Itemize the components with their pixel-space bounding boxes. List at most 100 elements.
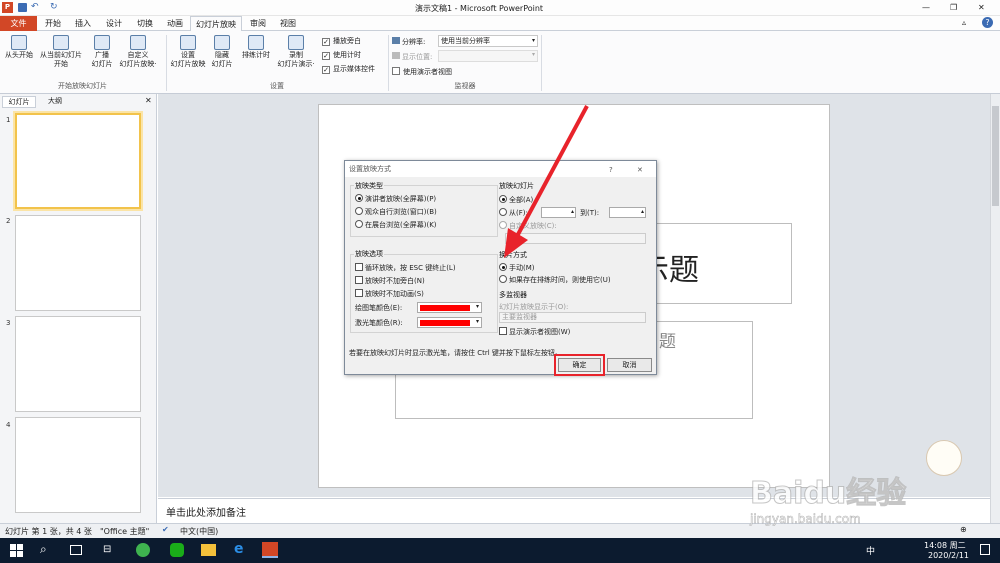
ribbon: 从头开始 从当前幻灯片 开始 广播 幻灯片 自定义 幻灯片放映· 开始放映幻灯片…: [0, 31, 1000, 94]
close-button[interactable]: ✕: [978, 3, 985, 12]
subtitle-text: 题: [659, 332, 676, 352]
color-swatch: [420, 320, 470, 326]
tab-transitions[interactable]: 切换: [130, 16, 160, 31]
resolution-select[interactable]: 使用当前分辨率 ▾: [438, 35, 538, 47]
broadcast-button[interactable]: 广播 幻灯片: [88, 35, 116, 69]
tab-animations[interactable]: 动画: [160, 16, 190, 31]
ribbon-tabs: 文件 开始 插入 设计 切换 动画 幻灯片放映 审阅 视图 ▵ ?: [0, 16, 1000, 31]
presenter-view-dialog-checkbox[interactable]: 显示演示者视图(W): [499, 327, 570, 337]
custom-show-button[interactable]: 自定义 幻灯片放映·: [116, 35, 160, 69]
to-spinner[interactable]: ▴: [609, 207, 646, 218]
tab-design[interactable]: 设计: [98, 16, 130, 31]
chevron-down-icon: ▾: [475, 303, 479, 310]
show-on-label: 显示位置:: [392, 52, 432, 62]
ok-highlight-box: [554, 354, 605, 376]
group-label-start: 开始放映幻灯片: [58, 82, 107, 90]
radio-icon: [355, 220, 363, 228]
group-label-setup: 设置: [270, 82, 284, 90]
tab-slideshow[interactable]: 幻灯片放映: [190, 16, 242, 31]
monitors-label: 多监视器: [499, 291, 527, 299]
ime-indicator[interactable]: 中: [866, 544, 875, 557]
slide-thumbnail[interactable]: [15, 215, 141, 311]
spinner-icon: ▴: [640, 208, 644, 215]
chevron-down-icon: ▾: [475, 318, 479, 325]
use-timings-checkbox[interactable]: ✓ 使用计时: [322, 50, 361, 60]
minimize-button[interactable]: —: [922, 3, 930, 12]
monitor-icon: [392, 52, 400, 59]
record-button[interactable]: 录制 幻灯片演示·: [274, 35, 318, 69]
slide-thumbnail[interactable]: [15, 316, 141, 412]
baidu-watermark: Baidu经验 jingyan.baidu.com: [750, 440, 962, 526]
rehearse-button[interactable]: 排练计时: [238, 35, 274, 60]
undo-icon[interactable]: ↶: [31, 2, 39, 12]
tab-outline-pane[interactable]: 大纲: [38, 96, 72, 108]
ribbon-separator: [541, 35, 542, 91]
spellcheck-icon[interactable]: ✔: [162, 525, 169, 534]
play-narrations-checkbox[interactable]: ✓ 播放旁白: [322, 36, 361, 46]
presenter-view-checkbox[interactable]: 使用演示者视图: [392, 67, 452, 77]
wechat-icon[interactable]: [170, 543, 184, 557]
ribbon-separator: [166, 35, 167, 91]
chevron-down-icon: ▾: [531, 37, 535, 44]
vertical-scrollbar[interactable]: [990, 94, 1000, 523]
laser-color-picker[interactable]: ▾: [417, 317, 482, 328]
browser-360-icon[interactable]: [136, 543, 150, 557]
chevron-down-icon: ▾: [531, 51, 535, 58]
close-pane-icon[interactable]: ✕: [145, 96, 152, 105]
hide-slide-button[interactable]: 隐藏 幻灯片: [208, 35, 236, 69]
scrollbar-thumb[interactable]: [992, 106, 999, 206]
file-explorer-icon[interactable]: [201, 544, 216, 556]
resolution-icon: [392, 37, 400, 44]
maximize-button[interactable]: ❐: [950, 3, 957, 12]
powerpoint-taskbar-icon[interactable]: [262, 542, 278, 558]
pen-color-picker[interactable]: ▾: [417, 302, 482, 313]
restore-ribbon-icon[interactable]: ▵: [962, 18, 966, 27]
dialog-help-button[interactable]: ?: [609, 162, 613, 178]
tab-insert[interactable]: 插入: [68, 16, 98, 31]
red-arrow-annotation: [504, 105, 589, 258]
notepad-icon[interactable]: ⊟: [103, 544, 111, 555]
mascot-icon: [926, 440, 962, 476]
tab-slides-pane[interactable]: 幻灯片: [2, 96, 36, 108]
show-media-checkbox[interactable]: ✓ 显示媒体控件: [322, 64, 375, 74]
dialog-close-button[interactable]: ✕: [637, 162, 643, 178]
checkbox-checked-icon: ✓: [322, 52, 330, 60]
search-icon[interactable]: ⌕: [40, 542, 47, 557]
help-icon[interactable]: ?: [982, 17, 993, 28]
tab-review[interactable]: 审阅: [243, 16, 273, 31]
laser-tip-text: 若要在放映幻灯片时显示激光笔，请按住 Ctrl 键并按下鼠标左按钮。: [349, 349, 562, 357]
radio-presenter-show[interactable]: 演讲者放映(全屏幕)(P): [355, 194, 436, 204]
window-title: 演示文稿1 - Microsoft PowerPoint: [415, 4, 544, 13]
language[interactable]: 中文(中国): [180, 526, 218, 537]
loop-checkbox[interactable]: 循环放映，按 ESC 键终止(L): [355, 263, 456, 273]
slide-thumbnail[interactable]: [15, 417, 141, 513]
edge-icon[interactable]: e: [234, 541, 244, 557]
radio-use-timings[interactable]: 如果存在排练时间，则使用它(U): [499, 275, 611, 285]
setup-show-button[interactable]: 设置 幻灯片放映: [168, 35, 208, 69]
radio-browsed-window[interactable]: 观众自行浏览(窗口)(B): [355, 207, 437, 217]
cancel-button[interactable]: 取消: [607, 358, 652, 372]
clock-date: 2020/2/11: [928, 551, 970, 560]
redo-icon[interactable]: ↻: [50, 2, 58, 12]
tab-view[interactable]: 视图: [273, 16, 303, 31]
notification-icon[interactable]: [980, 544, 990, 555]
task-view-icon[interactable]: [70, 545, 82, 555]
checkbox-icon: [355, 263, 363, 271]
pen-color-label: 绘图笔颜色(E):: [355, 304, 403, 312]
no-narration-checkbox[interactable]: 放映时不加旁白(N): [355, 276, 425, 286]
slideshow-play-icon: [11, 35, 27, 50]
tab-file[interactable]: 文件: [0, 16, 37, 31]
zoom-in-icon[interactable]: ⊕: [960, 525, 967, 534]
no-animation-checkbox[interactable]: 放映时不加动画(S): [355, 289, 424, 299]
setup-icon: [180, 35, 196, 50]
from-current-button[interactable]: 从当前幻灯片 开始: [36, 35, 86, 69]
tab-home[interactable]: 开始: [38, 16, 68, 31]
radio-kiosk[interactable]: 在展台浏览(全屏幕)(K): [355, 220, 437, 230]
radio-selected-icon: [355, 194, 363, 202]
from-beginning-button[interactable]: 从头开始: [2, 35, 36, 60]
slide-number: 4: [6, 421, 11, 429]
checkbox-checked-icon: ✓: [322, 38, 330, 46]
slide-thumbnail[interactable]: [15, 113, 141, 209]
save-icon[interactable]: [18, 3, 27, 12]
windows-start-icon[interactable]: [10, 544, 23, 557]
